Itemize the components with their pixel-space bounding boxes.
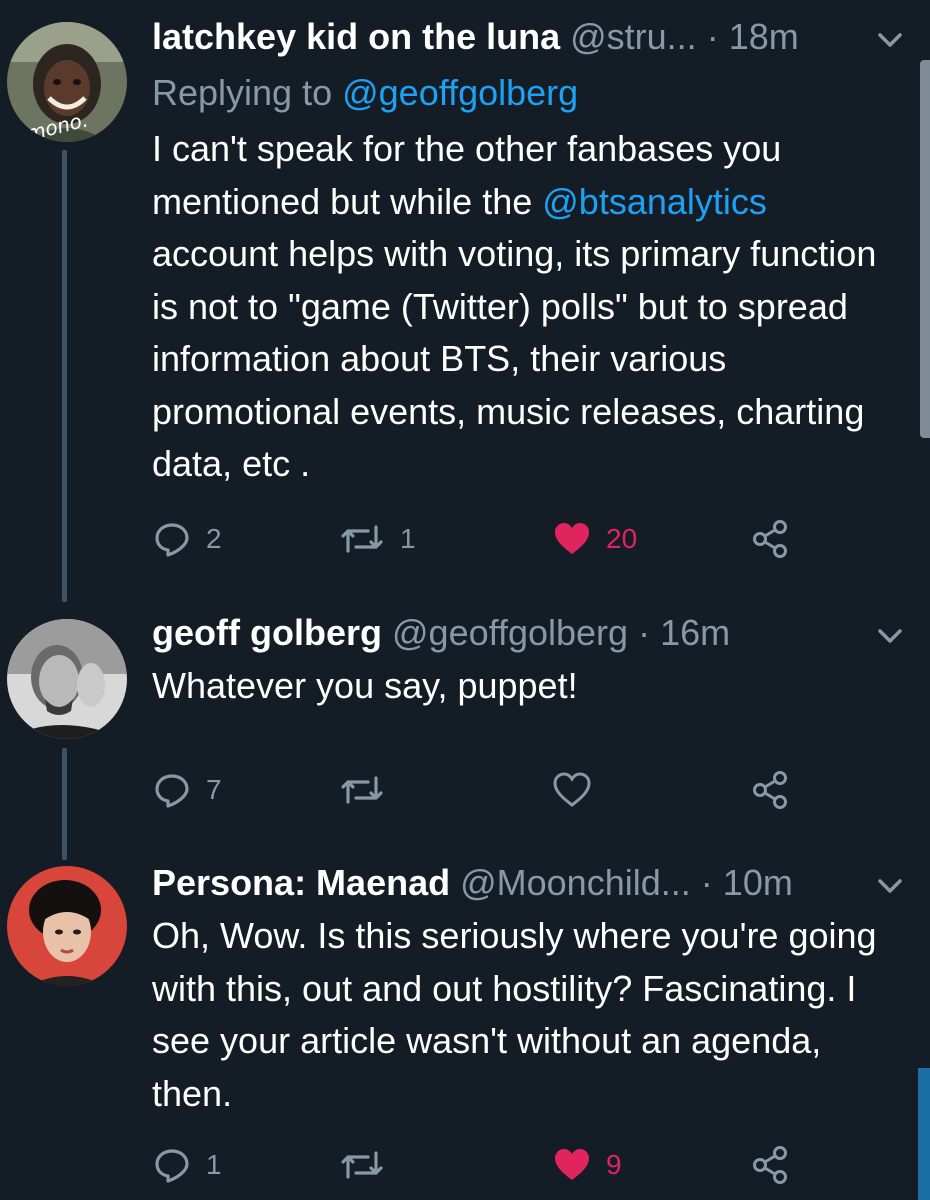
like-icon [555, 1149, 589, 1180]
tweet-header: geoff golberg @geoffgolberg · 16m [152, 612, 890, 654]
avatar-image [7, 619, 127, 739]
mention-link[interactable]: @btsanalytics [542, 181, 767, 222]
separator: · [638, 612, 651, 653]
like-button[interactable] [552, 765, 606, 815]
username[interactable]: @stru... [570, 16, 697, 57]
tweet-header: Persona: Maenad @Moonchild... · 10m [152, 862, 890, 904]
chevron-down-icon[interactable] [870, 616, 910, 656]
tweet-text-part: Oh, Wow. Is this seriously where you're … [152, 915, 877, 1114]
timestamp[interactable]: 16m [660, 612, 730, 653]
share-icon [753, 1146, 787, 1184]
display-name[interactable]: Persona: Maenad [152, 862, 450, 903]
reply-count: 7 [206, 774, 222, 805]
tweet-actions: 1 9 [152, 1140, 812, 1190]
retweet-icon [341, 776, 383, 804]
tweet-header: latchkey kid on the luna @stru... · 18m [152, 16, 890, 58]
reply-icon [155, 1149, 189, 1183]
like-count: 9 [606, 1149, 622, 1180]
reply-button[interactable]: 1 [152, 1140, 222, 1190]
like-icon [555, 523, 589, 554]
like-count: 20 [606, 523, 638, 554]
avatar[interactable]: mono. [7, 22, 127, 142]
username[interactable]: @Moonchild... [460, 862, 691, 903]
replying-to-handle[interactable]: @geoffgolberg [342, 72, 578, 113]
retweet-button[interactable] [338, 765, 400, 815]
reply-button[interactable]: 7 [152, 765, 222, 815]
replying-to: Replying to @geoffgolberg [152, 72, 578, 114]
share-button[interactable] [750, 765, 790, 815]
tweet-text: I can't speak for the other fanbases you… [152, 123, 892, 491]
retweet-icon [341, 525, 383, 553]
like-button[interactable]: 20 [552, 514, 637, 564]
avatar-image [7, 866, 127, 986]
retweet-button[interactable] [338, 1140, 400, 1190]
share-icon [753, 520, 787, 558]
replying-to-label: Replying to [152, 72, 343, 113]
separator: · [706, 16, 719, 57]
share-button[interactable] [750, 514, 790, 564]
tweet-text-part: Whatever you say, puppet! [152, 665, 578, 706]
like-icon [553, 772, 591, 807]
scroll-indicator[interactable] [918, 1068, 930, 1200]
display-name[interactable]: latchkey kid on the luna [152, 16, 560, 57]
avatar[interactable] [7, 866, 127, 986]
retweet-count: 1 [400, 523, 416, 554]
username[interactable]: @geoffgolberg [392, 612, 628, 653]
tweet-actions: 2 1 20 [152, 514, 812, 564]
reply-count: 2 [206, 523, 222, 554]
retweet-icon [341, 1151, 383, 1179]
share-button[interactable] [750, 1140, 790, 1190]
tweet[interactable]: geoff golberg @geoffgolberg · 16m Whatev… [0, 600, 930, 860]
timestamp[interactable]: 10m [723, 862, 793, 903]
display-name[interactable]: geoff golberg [152, 612, 382, 653]
reply-count: 1 [206, 1149, 222, 1180]
tweet-text: Oh, Wow. Is this seriously where you're … [152, 910, 892, 1120]
separator: · [700, 862, 713, 903]
chevron-down-icon[interactable] [870, 866, 910, 906]
timestamp[interactable]: 18m [729, 16, 799, 57]
reply-icon [155, 523, 189, 557]
like-button[interactable]: 9 [552, 1140, 622, 1190]
avatar[interactable] [7, 619, 127, 739]
chevron-down-icon[interactable] [870, 20, 910, 60]
avatar-image: mono. [7, 22, 127, 142]
tweet[interactable]: mono. latchkey kid on the luna @stru... … [0, 0, 930, 600]
share-icon [753, 771, 787, 809]
scrollbar[interactable] [920, 60, 930, 438]
reply-button[interactable]: 2 [152, 514, 222, 564]
retweet-button[interactable]: 1 [338, 514, 416, 564]
tweet-actions: 7 [152, 765, 812, 815]
tweet[interactable]: Persona: Maenad @Moonchild... · 10m Oh, … [0, 860, 930, 1200]
reply-icon [155, 774, 189, 808]
tweet-text-part: account helps with voting, its primary f… [152, 233, 877, 484]
tweet-text: Whatever you say, puppet! [152, 660, 892, 713]
